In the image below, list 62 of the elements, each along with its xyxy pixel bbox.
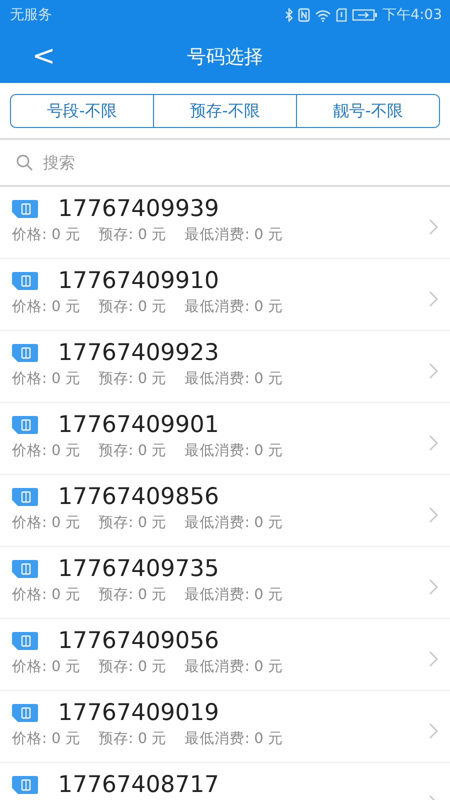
bluetooth-icon (284, 8, 293, 22)
sim-card-icon (12, 776, 38, 794)
chevron-right-icon[interactable] (429, 435, 438, 451)
wifi-icon (314, 8, 331, 22)
nfc-icon (298, 8, 310, 22)
detail-text: 预存: 0 元 (98, 514, 167, 532)
detail-text: 价格: 0 元 (12, 514, 80, 532)
detail-text: 最低消费: 0 元 (184, 658, 284, 676)
sim-card-icon (12, 344, 38, 362)
sim-card-icon (12, 200, 38, 218)
detail-text: 价格: 0 元 (12, 370, 80, 388)
detail-text: 价格: 0 元 (12, 442, 80, 460)
phone-number[interactable]: 17767409019 (58, 699, 219, 727)
chevron-right-icon[interactable] (429, 219, 438, 235)
detail-text: 预存: 0 元 (98, 298, 167, 316)
phone-number[interactable]: 17767409856 (58, 483, 219, 511)
detail-text: 价格: 0 元 (12, 730, 80, 748)
detail-text: 预存: 0 元 (98, 730, 167, 748)
sim-card-icon (12, 632, 38, 650)
phone-number[interactable]: 17767409910 (58, 267, 219, 295)
detail-text: 预存: 0 元 (98, 586, 167, 604)
chevron-right-icon[interactable] (429, 579, 438, 595)
detail-text: 最低消费: 0 元 (184, 514, 284, 532)
sim-card-icon (12, 488, 38, 506)
detail-text: 最低消费: 0 元 (184, 730, 284, 748)
detail-text: 预存: 0 元 (98, 226, 167, 244)
sim-card-icon (12, 416, 38, 434)
phone-number[interactable]: 17767409735 (58, 555, 219, 583)
search-icon (16, 154, 33, 171)
detail-text: 预存: 0 元 (98, 442, 167, 460)
detail-text: 预存: 0 元 (98, 370, 167, 388)
detail-text: 最低消费: 0 元 (184, 370, 284, 388)
carrier-text: 无服务 (10, 6, 52, 24)
chevron-right-icon[interactable] (429, 291, 438, 307)
detail-text: 价格: 0 元 (12, 226, 80, 244)
sim-card-icon (12, 704, 38, 722)
phone-number[interactable]: 17767409901 (58, 411, 219, 439)
sim-card-icon (12, 272, 38, 290)
detail-text: 最低消费: 0 元 (184, 226, 284, 244)
detail-text: 价格: 0 元 (12, 298, 80, 316)
battery-icon (352, 9, 378, 21)
detail-text: 价格: 0 元 (12, 658, 80, 676)
page-title: 号码选择 (187, 44, 263, 70)
detail-text: 最低消费: 0 元 (184, 586, 284, 604)
sim-card-icon (12, 560, 38, 578)
phone-number[interactable]: 17767409923 (58, 339, 219, 367)
sim-status-icon (336, 8, 347, 22)
detail-text: 最低消费: 0 元 (184, 298, 284, 316)
detail-text: 预存: 0 元 (98, 658, 167, 676)
chevron-right-icon[interactable] (429, 723, 438, 739)
chevron-right-icon[interactable] (429, 507, 438, 523)
back-button[interactable]: < (26, 40, 62, 72)
chevron-right-icon[interactable] (429, 363, 438, 379)
phone-number[interactable]: 17767409939 (58, 195, 219, 223)
filter-tab[interactable]: 靓号-不限 (296, 95, 439, 127)
chevron-right-icon[interactable] (429, 651, 438, 667)
phone-number[interactable]: 17767409056 (58, 627, 219, 655)
detail-text: 最低消费: 0 元 (184, 442, 284, 460)
search-field[interactable]: 搜索 (41, 152, 434, 173)
phone-number[interactable]: 17767408717 (58, 771, 219, 799)
clock-text: 下午4:03 (382, 6, 442, 24)
detail-text: 价格: 0 元 (12, 586, 80, 604)
